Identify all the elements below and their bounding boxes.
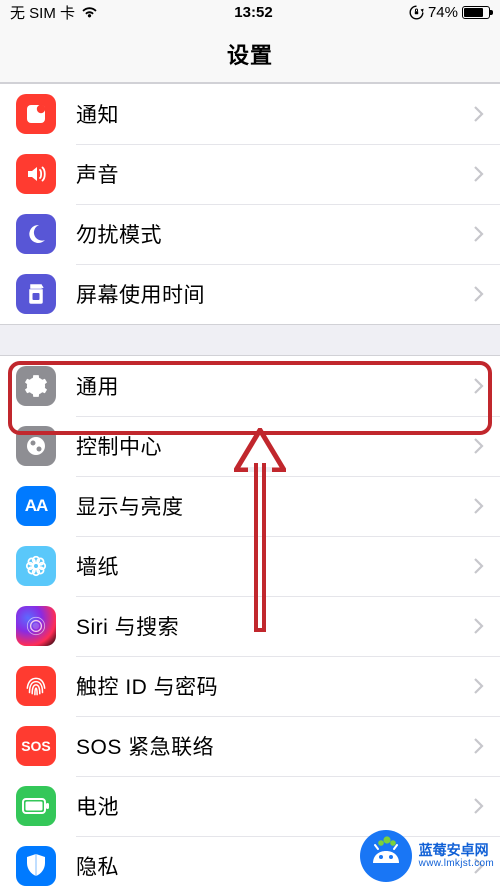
clock: 13:52 [234,4,272,21]
watermark-url: www.lmkjst.com [419,858,494,870]
battery-percent: 74% [428,4,458,21]
row-label: 勿扰模式 [76,219,474,249]
row-wallpaper[interactable]: 墙纸 [0,536,500,596]
chevron-right-icon [474,678,484,694]
row-battery[interactable]: 电池 [0,776,500,836]
notifications-icon [16,94,56,134]
row-label: 显示与亮度 [76,491,474,521]
row-siri-search[interactable]: Siri 与搜索 [0,596,500,656]
row-label: 墙纸 [76,551,474,581]
settings-group-1: 通知 声音 勿扰模式 屏幕使用时间 [0,83,500,325]
settings-screen: 无 SIM 卡 13:52 74% 设置 通知 声音 [0,0,500,889]
sos-icon: SOS [16,726,56,766]
settings-group-2: 通用 控制中心 AA 显示与亮度 墙纸 Siri 与搜索 [0,355,500,889]
touch-id-icon [16,666,56,706]
wifi-icon [81,6,98,18]
orientation-lock-icon [409,5,424,20]
chevron-right-icon [474,738,484,754]
chevron-right-icon [474,378,484,394]
row-control-centre[interactable]: 控制中心 [0,416,500,476]
row-label: 触控 ID 与密码 [76,671,474,701]
chevron-right-icon [474,798,484,814]
row-label: 屏幕使用时间 [76,279,474,309]
siri-icon [16,606,56,646]
chevron-right-icon [474,166,484,182]
chevron-right-icon [474,286,484,302]
row-touch-id-passcode[interactable]: 触控 ID 与密码 [0,656,500,716]
chevron-right-icon [474,498,484,514]
battery-icon [16,786,56,826]
row-display-brightness[interactable]: AA 显示与亮度 [0,476,500,536]
row-sounds[interactable]: 声音 [0,144,500,204]
do-not-disturb-icon [16,214,56,254]
sounds-icon [16,154,56,194]
row-general[interactable]: 通用 [0,356,500,416]
status-right: 74% [409,4,490,21]
row-label: 声音 [76,159,474,189]
page-title: 设置 [0,24,500,83]
row-label: 通用 [76,371,474,401]
privacy-icon [16,846,56,886]
row-emergency-sos[interactable]: SOS SOS 紧急联络 [0,716,500,776]
display-icon-text: AA [25,496,48,516]
display-icon: AA [16,486,56,526]
battery-icon [462,6,490,19]
sos-icon-text: SOS [21,738,51,754]
status-bar: 无 SIM 卡 13:52 74% [0,0,500,24]
chevron-right-icon [474,618,484,634]
chevron-right-icon [474,558,484,574]
row-do-not-disturb[interactable]: 勿扰模式 [0,204,500,264]
row-screen-time[interactable]: 屏幕使用时间 [0,264,500,324]
row-label: Siri 与搜索 [76,611,474,641]
chevron-right-icon [474,438,484,454]
watermark-logo-icon [359,829,413,883]
screen-time-icon [16,274,56,314]
wallpaper-icon [16,546,56,586]
status-left: 无 SIM 卡 [10,2,98,23]
carrier-text: 无 SIM 卡 [10,2,75,23]
watermark-text: 蓝莓安卓网 www.lmkjst.com [419,842,494,870]
watermark-title: 蓝莓安卓网 [419,842,494,858]
row-label: 控制中心 [76,431,474,461]
general-icon [16,366,56,406]
watermark: 蓝莓安卓网 www.lmkjst.com [359,829,494,883]
row-label: 电池 [76,791,474,821]
group-gap [0,325,500,355]
chevron-right-icon [474,226,484,242]
row-notifications[interactable]: 通知 [0,84,500,144]
row-label: 通知 [76,99,474,129]
row-label: SOS 紧急联络 [76,731,474,761]
control-centre-icon [16,426,56,466]
chevron-right-icon [474,106,484,122]
